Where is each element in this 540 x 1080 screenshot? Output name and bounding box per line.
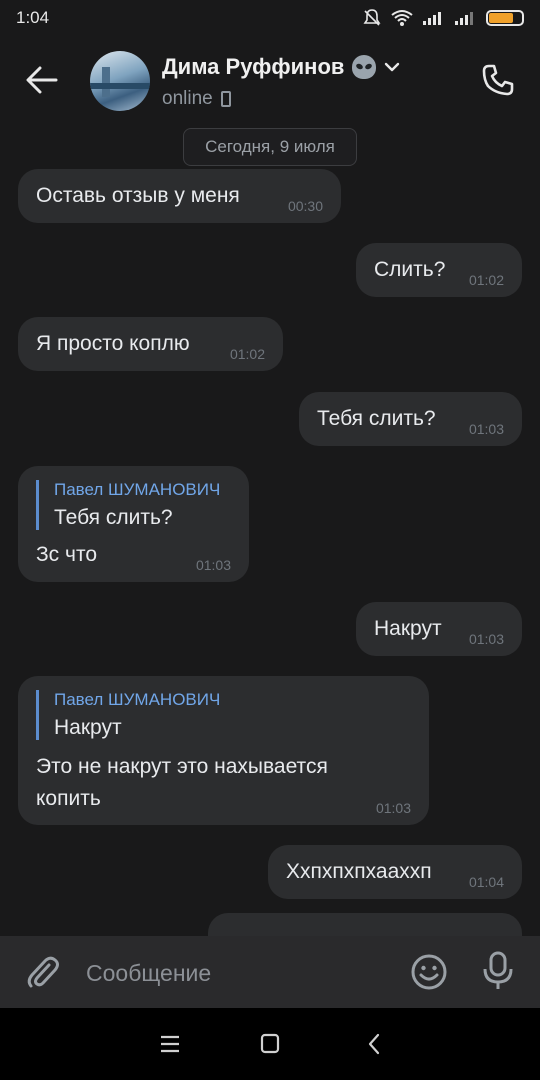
message-time: 01:03 <box>195 557 231 573</box>
chevron-down-icon[interactable] <box>384 61 400 73</box>
message-outgoing[interactable]: Тебя слить? 01:03 <box>299 392 522 446</box>
message-text-line: Это не накрут это нахывается <box>36 755 328 778</box>
reply-quote[interactable]: Павел ШУМАНОВИЧ Накрут <box>36 690 220 740</box>
battery-fill <box>489 13 513 23</box>
message-text: Оставь отзыв у меня <box>36 184 240 207</box>
contact-name: Дима Руффинов <box>162 54 345 79</box>
status-icons <box>362 8 524 28</box>
avatar[interactable] <box>90 51 150 111</box>
message-text: Слить? <box>374 258 446 281</box>
mute-icon <box>363 9 381 26</box>
reply-author: Павел ШУМАНОВИЧ <box>54 690 221 709</box>
phone-icon <box>482 64 514 96</box>
battery-icon <box>486 10 524 26</box>
message-incoming-reply[interactable]: Павел ШУМАНОВИЧ Тебя слить? Зс что 01:03 <box>18 466 249 582</box>
signal-icon <box>455 12 473 25</box>
wifi-icon <box>391 10 413 26</box>
message-time: 01:04 <box>468 874 504 890</box>
reply-author: Павел ШУМАНОВИЧ <box>54 480 221 499</box>
message-list[interactable]: Сегодня, 9 июля Оставь отзыв у меня 00:3… <box>0 126 540 936</box>
message-text-line: копить <box>36 787 101 810</box>
message-text: Я просто коплю <box>36 332 190 355</box>
back-button[interactable] <box>22 60 62 100</box>
home-square-icon[interactable] <box>257 1032 283 1056</box>
compose-bar <box>0 936 540 1008</box>
message-text: Зс что <box>36 543 98 566</box>
message-time: 01:03 <box>468 421 504 437</box>
message-time: 01:02 <box>468 272 504 288</box>
emoji-icon[interactable] <box>410 953 448 991</box>
mobile-icon <box>220 91 231 107</box>
message-input[interactable] <box>86 954 386 992</box>
message-text: Накрут <box>374 617 442 640</box>
signal-icon <box>423 12 441 25</box>
paperclip-icon[interactable] <box>22 952 62 992</box>
reply-text: Тебя слить? <box>54 506 173 529</box>
alien-icon <box>352 55 377 79</box>
message-incoming-reply[interactable]: Павел ШУМАНОВИЧ Накрут Это не накрут это… <box>18 676 429 825</box>
message-time: 01:03 <box>375 800 411 816</box>
back-triangle-icon[interactable] <box>362 1032 388 1056</box>
clock: 1:04 <box>16 8 50 27</box>
menu-icon[interactable] <box>157 1032 183 1056</box>
chat-header: Дима Руффинов online <box>0 36 540 126</box>
call-button[interactable] <box>478 60 518 100</box>
message-time: 01:02 <box>229 346 265 362</box>
contact-status: online <box>162 88 213 109</box>
contact-info[interactable]: Дима Руффинов online <box>162 54 400 110</box>
message-outgoing[interactable]: Слить? 01:02 <box>356 243 522 297</box>
arrow-left-icon <box>26 66 58 94</box>
message-time: 01:03 <box>468 631 504 647</box>
message-outgoing-partial[interactable] <box>208 913 522 936</box>
message-incoming[interactable]: Я просто коплю 01:02 <box>18 317 283 371</box>
reply-quote[interactable]: Павел ШУМАНОВИЧ Тебя слить? <box>36 480 220 530</box>
message-text: Тебя слить? <box>317 407 436 430</box>
message-incoming[interactable]: Оставь отзыв у меня 00:30 <box>18 169 341 223</box>
system-nav-bar <box>0 1008 540 1080</box>
message-text: Ххпхпхпхааххп <box>286 860 432 883</box>
message-outgoing[interactable]: Накрут 01:03 <box>356 602 522 656</box>
date-separator: Сегодня, 9 июля <box>183 128 357 166</box>
microphone-icon[interactable] <box>480 951 516 991</box>
message-outgoing[interactable]: Ххпхпхпхааххп 01:04 <box>268 845 522 899</box>
reply-text: Накрут <box>54 716 122 739</box>
message-time: 00:30 <box>287 198 323 214</box>
status-bar: 1:04 <box>0 0 540 36</box>
